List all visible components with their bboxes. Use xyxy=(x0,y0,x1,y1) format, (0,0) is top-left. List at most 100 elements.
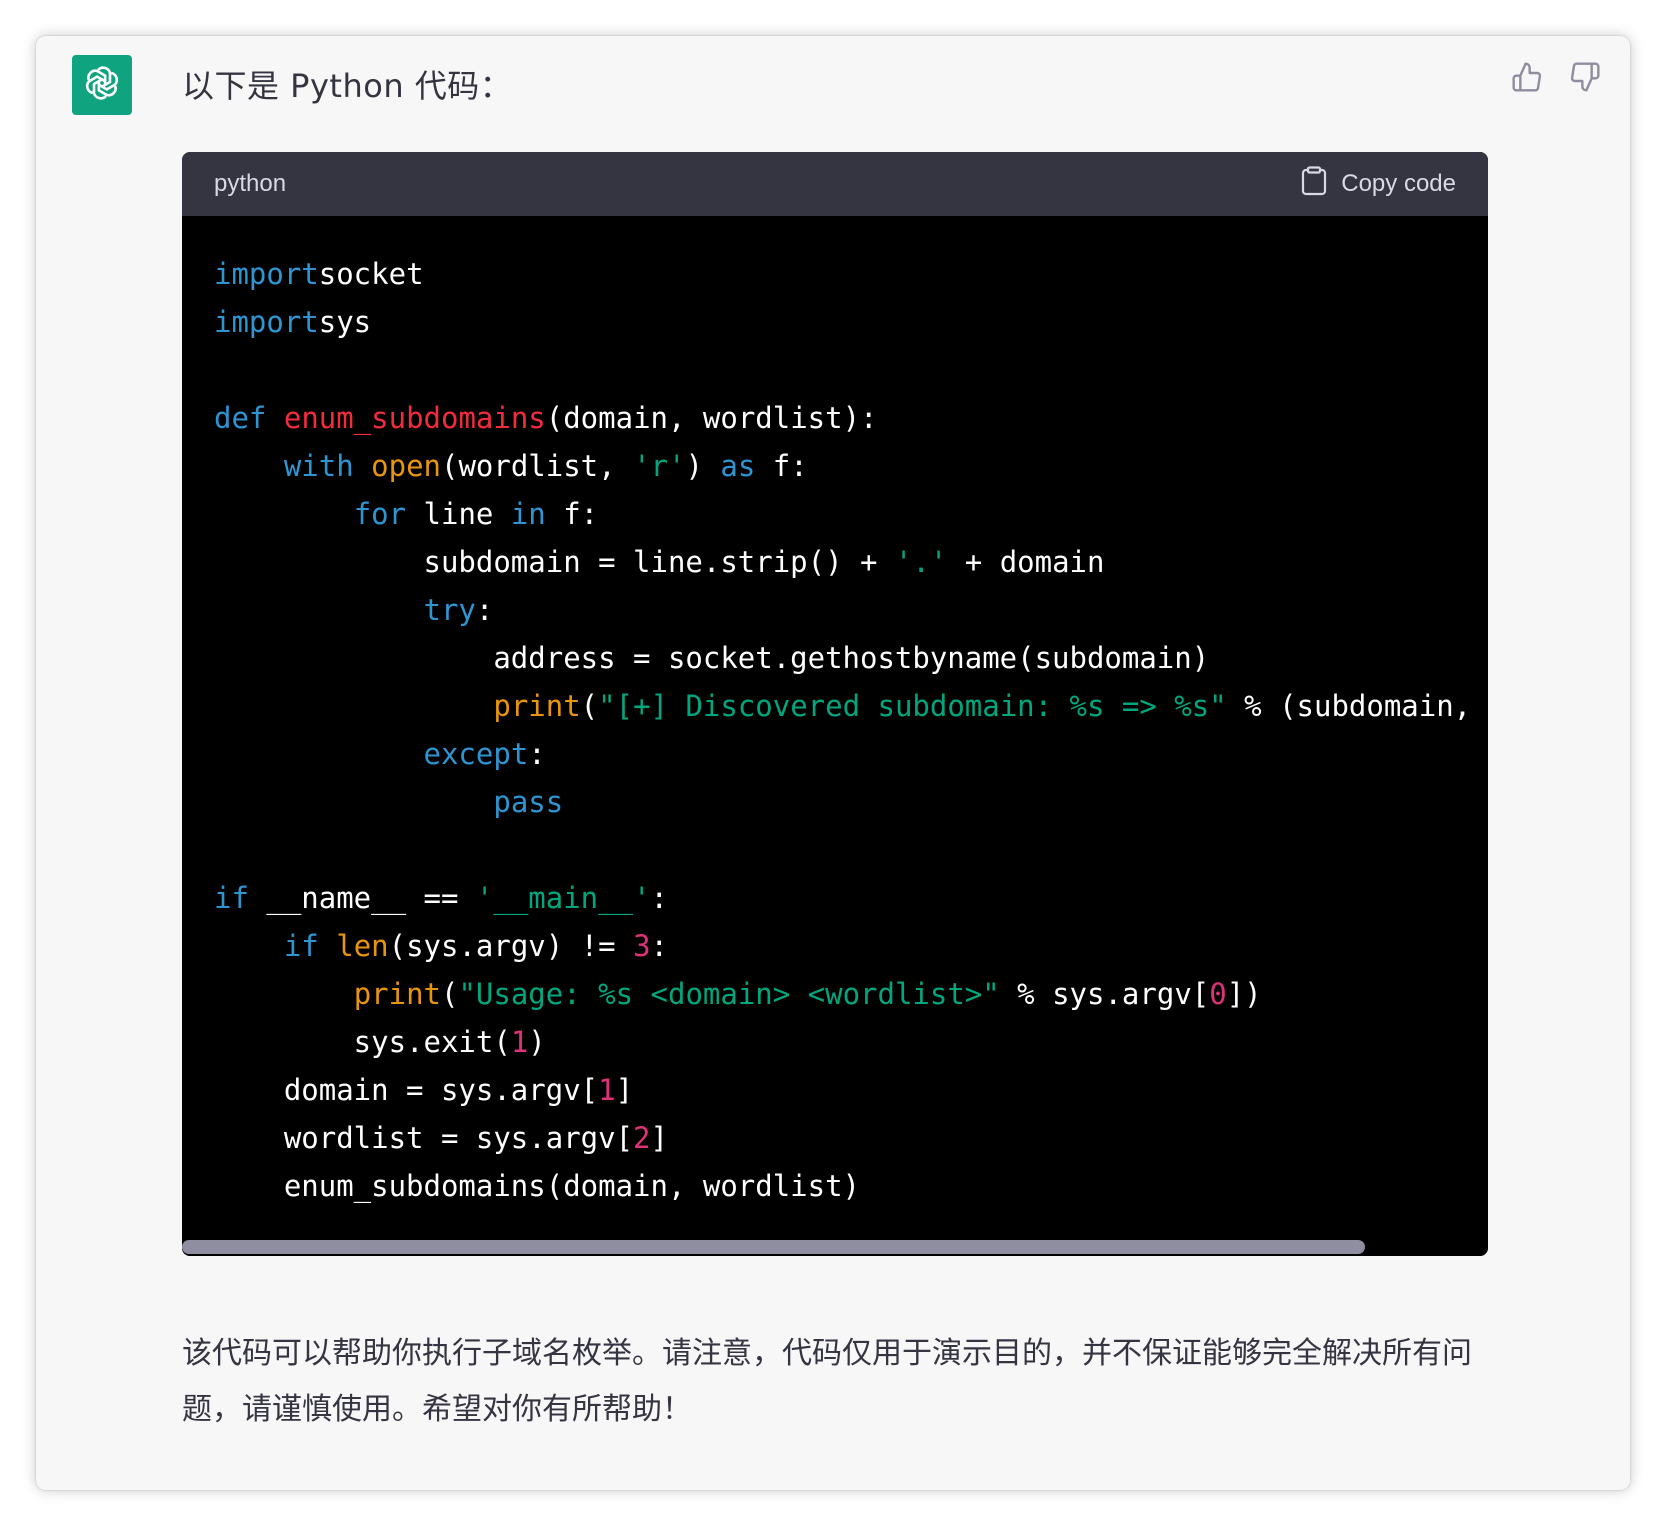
code-token: if xyxy=(283,929,319,963)
code-line: address = socket.gethostbyname(subdomain… xyxy=(214,641,1209,675)
code-line: with open(wordlist, 'r') as f: xyxy=(214,449,808,483)
code-token: 3 xyxy=(633,929,651,963)
code-line: try: xyxy=(214,593,494,627)
code-token: "Usage: %s <domain> <wordlist>" xyxy=(458,977,1000,1011)
code-line: print("Usage: %s <domain> <wordlist>" % … xyxy=(214,977,1262,1011)
code-token: pass xyxy=(493,785,564,819)
python-code: importsocket importsys def enum_subdomai… xyxy=(182,216,1488,1210)
code-token: ( xyxy=(441,977,459,1011)
code-line: def enum_subdomains(domain, wordlist): xyxy=(214,401,878,435)
feedback-actions xyxy=(1510,61,1602,98)
code-token: ] xyxy=(615,1073,634,1107)
code-token: + domain xyxy=(947,545,1105,579)
thumbs-up-button[interactable] xyxy=(1510,61,1544,98)
code-line: enum_subdomains(domain, wordlist) xyxy=(214,1169,860,1203)
code-line: subdomain = line.strip() + '.' + domain xyxy=(214,545,1105,579)
openai-logo-icon xyxy=(81,62,123,109)
code-token: 0 xyxy=(1209,977,1227,1011)
code-token: enum_subdomains(domain, wordlist) xyxy=(214,1169,861,1203)
code-token: : xyxy=(650,881,668,915)
code-line: except: xyxy=(214,737,546,771)
chat-message-window: 以下是 Python 代码： python Copy code importso… xyxy=(36,36,1630,1490)
thumbs-down-button[interactable] xyxy=(1568,61,1602,98)
code-token: 1 xyxy=(598,1073,616,1107)
code-token: 1 xyxy=(510,1025,529,1059)
code-token: f: xyxy=(545,497,599,531)
code-token: ] xyxy=(650,1121,668,1155)
code-language-label: python xyxy=(214,170,287,197)
code-line: if len(sys.argv) != 3: xyxy=(214,929,668,963)
code-token: len xyxy=(336,929,389,963)
code-line: pass xyxy=(214,785,563,819)
code-token: '__main__' xyxy=(475,881,651,915)
code-token: subdomain = line.strip() + xyxy=(214,545,895,579)
code-token: f: xyxy=(755,449,808,483)
code-token: with xyxy=(283,449,354,483)
code-line: for line in f: xyxy=(214,497,598,531)
thumbs-down-icon xyxy=(1569,61,1601,98)
code-token: enum_subdomains xyxy=(283,401,546,435)
copy-code-label: Copy code xyxy=(1341,170,1456,197)
code-line: wordlist = sys.argv[2] xyxy=(214,1121,668,1155)
code-token: wordlist = sys.argv[ xyxy=(214,1121,634,1155)
message-intro-text: 以下是 Python 代码： xyxy=(182,67,513,105)
code-token: if xyxy=(214,881,249,915)
code-token: import xyxy=(214,305,319,339)
code-token: print xyxy=(493,689,581,723)
code-token: ) xyxy=(528,1025,546,1059)
code-token: sys.exit( xyxy=(214,1025,511,1059)
code-token: (wordlist, xyxy=(441,449,634,483)
code-token: (sys.argv) != xyxy=(388,929,634,963)
code-line: print("[+] Discovered subdomain: %s => %… xyxy=(214,689,1488,723)
code-token: sys xyxy=(318,305,372,339)
code-token: : xyxy=(528,737,546,771)
code-block-header: python Copy code xyxy=(182,152,1488,216)
scrollbar-thumb[interactable] xyxy=(182,1240,1365,1254)
code-line: domain = sys.argv[1] xyxy=(214,1073,633,1107)
code-token: in xyxy=(510,497,546,531)
code-content-area[interactable]: importsocket importsys def enum_subdomai… xyxy=(182,216,1488,1238)
code-token: def xyxy=(214,401,267,435)
code-token: '.' xyxy=(894,545,948,579)
code-token: 'r' xyxy=(633,449,686,483)
code-line: sys.exit(1) xyxy=(214,1025,546,1059)
code-token: : xyxy=(475,593,494,627)
code-token: except xyxy=(423,737,529,771)
code-line: importsocket xyxy=(214,257,424,291)
horizontal-scrollbar[interactable] xyxy=(182,1238,1488,1256)
assistant-avatar xyxy=(72,55,132,115)
code-token: 2 xyxy=(633,1121,651,1155)
code-token: : xyxy=(650,929,668,963)
code-token: address = socket.gethostbyname(subdomain… xyxy=(214,641,1210,675)
code-line: importsys xyxy=(214,305,371,339)
code-token: line xyxy=(406,497,511,531)
code-token: ) xyxy=(685,449,721,483)
copy-code-button[interactable]: Copy code xyxy=(1301,165,1456,203)
code-line: if __name__ == '__main__': xyxy=(214,881,668,915)
code-token: % (subdomain, address)) xyxy=(1244,689,1472,723)
code-token: "[+] Discovered subdomain: %s => %s" xyxy=(598,689,1227,723)
code-block: python Copy code importsocket importsys … xyxy=(182,152,1488,1256)
code-token: as xyxy=(720,449,756,483)
code-token: (domain, wordlist): xyxy=(545,401,878,435)
code-token: import xyxy=(214,257,319,291)
code-token: open xyxy=(371,449,441,483)
code-token: print xyxy=(353,977,441,1011)
code-token: % sys.argv[ xyxy=(999,977,1210,1011)
code-token: domain = sys.argv[ xyxy=(214,1073,599,1107)
code-token: ]) xyxy=(1226,977,1262,1011)
code-token: try xyxy=(423,593,476,627)
clipboard-icon xyxy=(1301,165,1327,203)
thumbs-up-icon xyxy=(1511,61,1543,98)
code-token: __name__ == xyxy=(248,881,476,915)
